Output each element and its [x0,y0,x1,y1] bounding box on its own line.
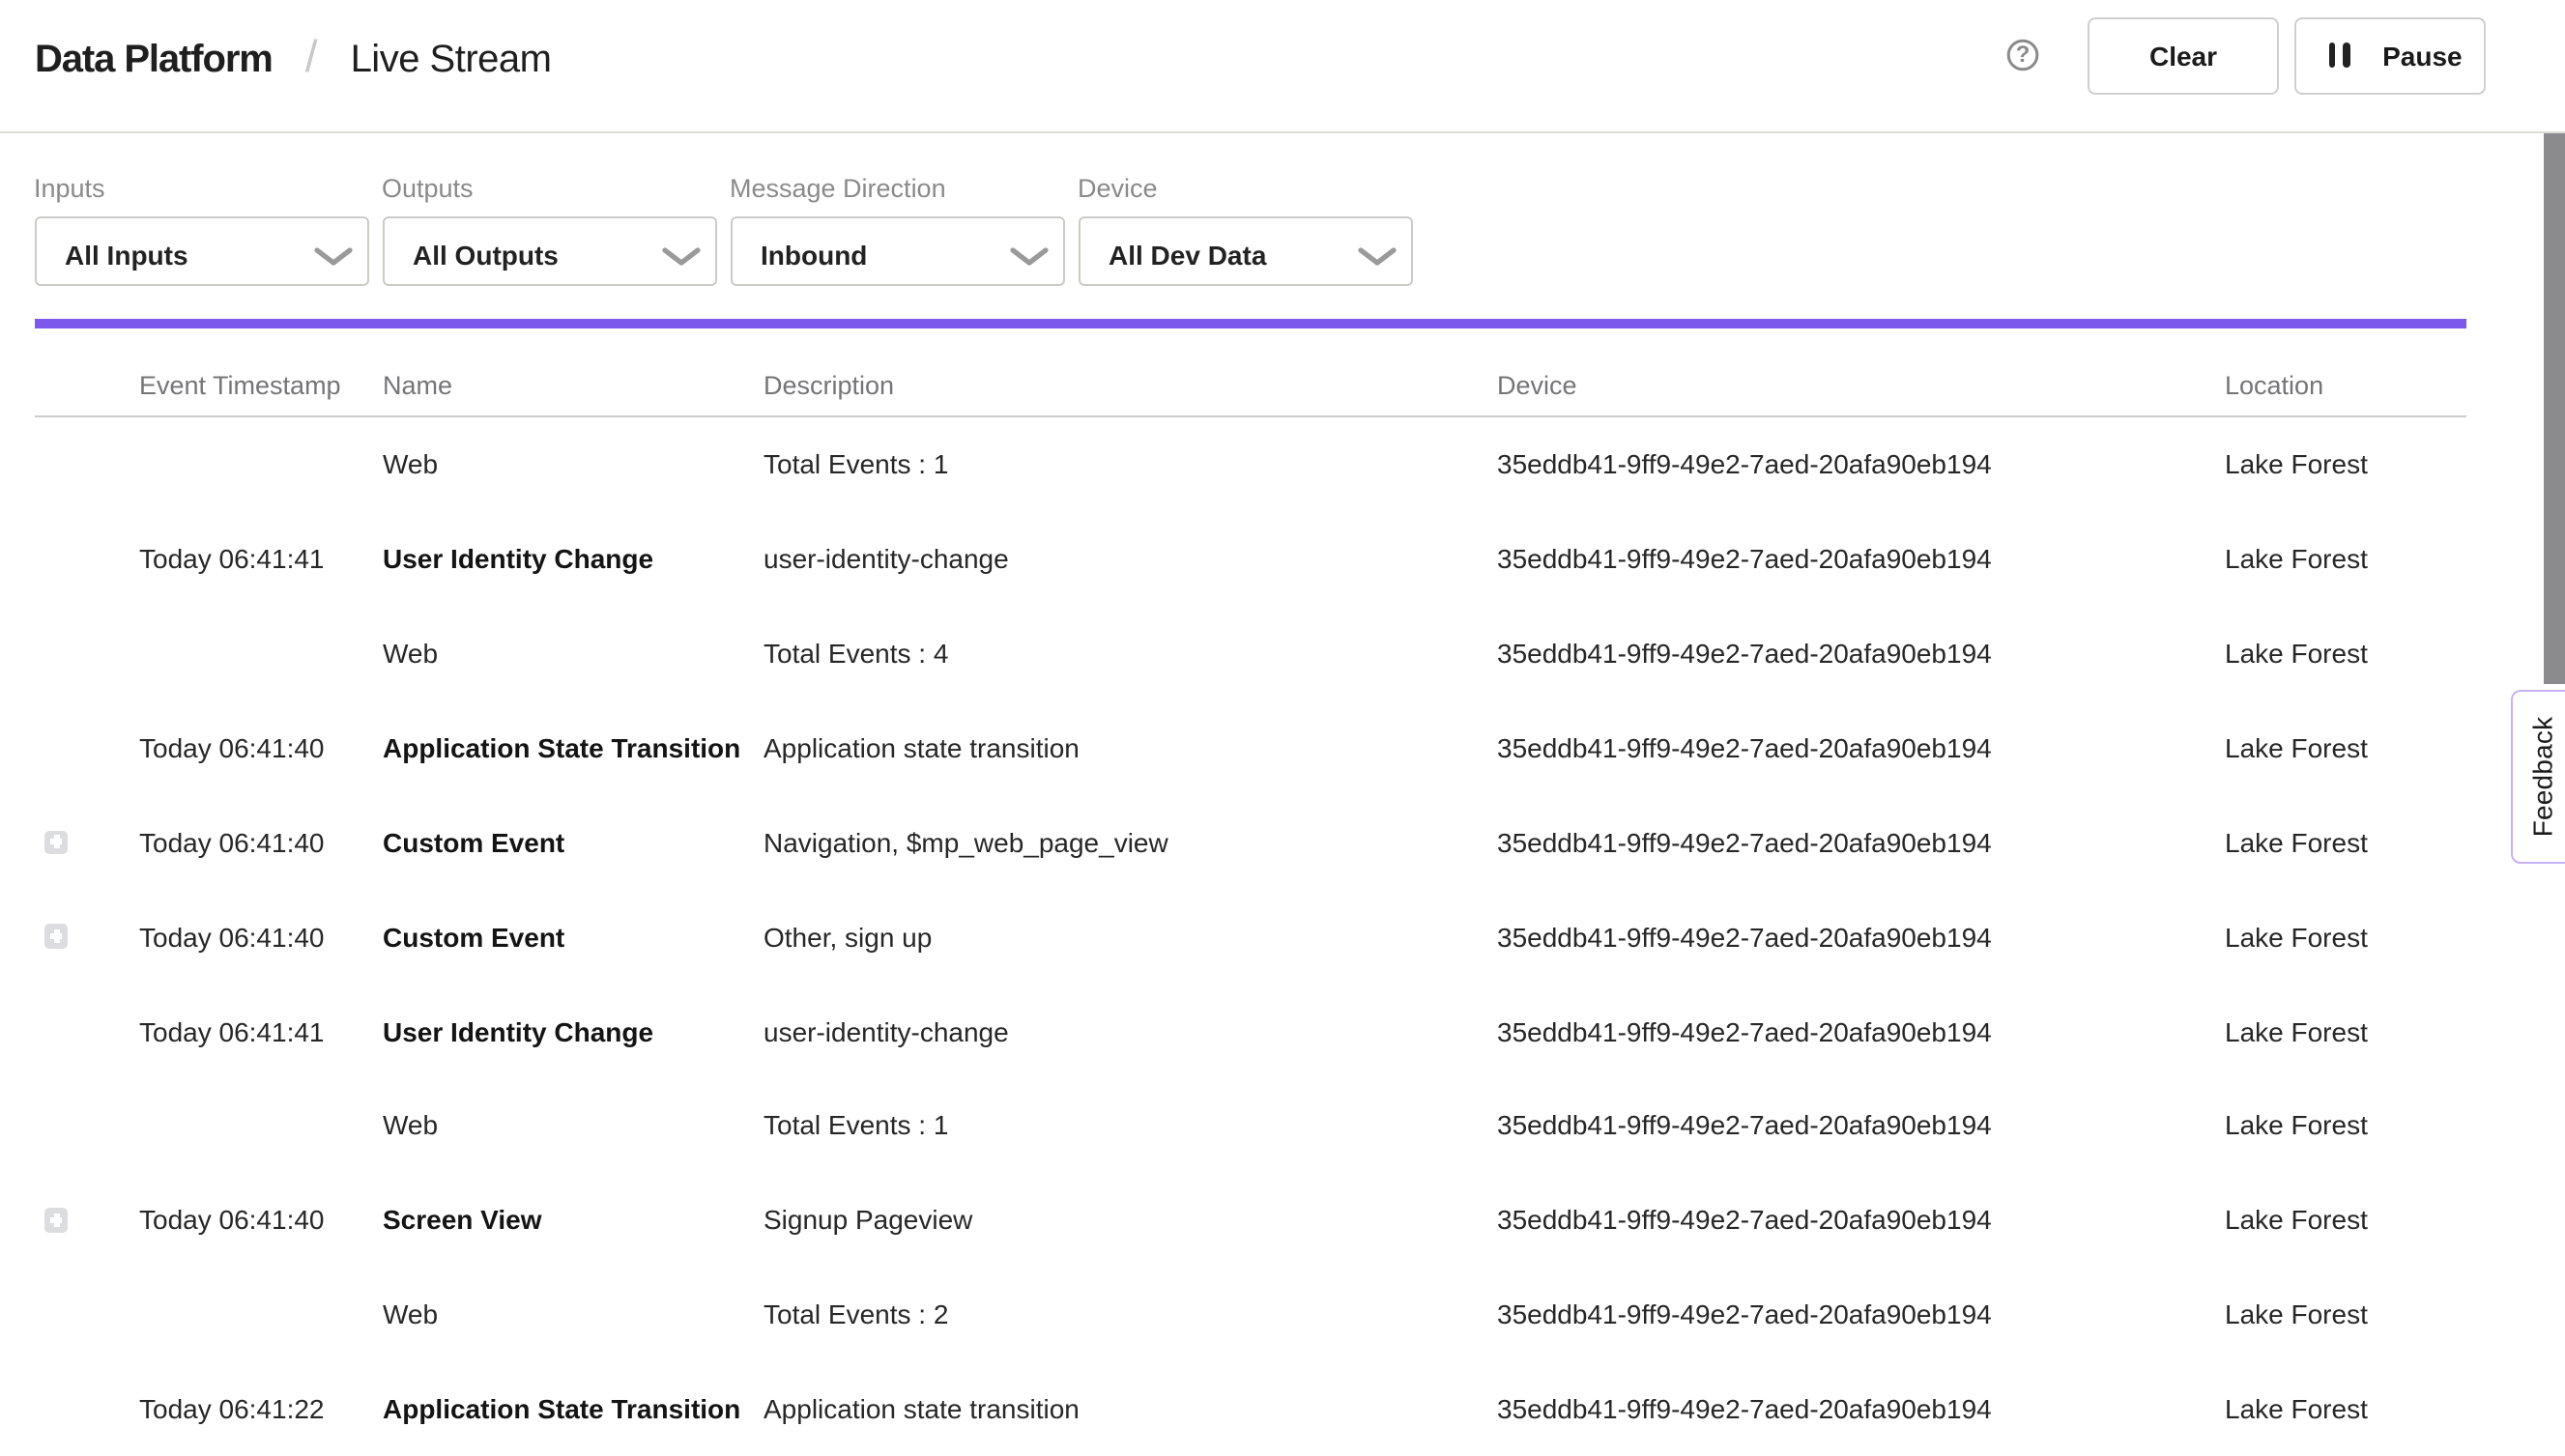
svg-text:?: ? [2016,42,2031,68]
